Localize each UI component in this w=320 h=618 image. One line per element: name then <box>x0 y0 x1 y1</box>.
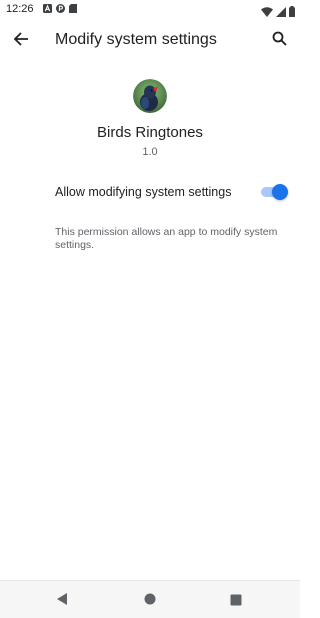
toggle-thumb <box>272 184 288 200</box>
bird-app-icon <box>133 79 167 113</box>
app-name: Birds Ringtones <box>97 124 203 141</box>
app-bar: Modify system settings <box>0 20 300 62</box>
allow-modify-toggle[interactable] <box>259 184 288 200</box>
sd-card-icon <box>69 4 77 13</box>
permission-description: This permission allows an app to modify … <box>55 226 278 251</box>
square-recents-icon[interactable] <box>230 593 242 611</box>
navigation-bar <box>0 580 300 618</box>
allow-modify-setting-row[interactable]: Allow modifying system settings <box>0 172 300 212</box>
setting-label: Allow modifying system settings <box>55 185 232 199</box>
back-button[interactable] <box>8 28 34 54</box>
status-time: 12:26 <box>6 3 34 15</box>
search-button[interactable] <box>266 28 292 54</box>
circle-home-icon[interactable] <box>143 592 157 611</box>
triangle-back-icon[interactable] <box>56 592 68 611</box>
page-title: Modify system settings <box>55 31 217 48</box>
search-icon <box>272 31 287 51</box>
app-version: 1.0 <box>142 146 158 158</box>
p-icon <box>56 4 65 13</box>
status-bar: 12:26 <box>0 0 300 20</box>
arrow-back-icon <box>13 31 29 52</box>
notification-icons <box>43 4 77 13</box>
a-icon <box>43 4 52 13</box>
